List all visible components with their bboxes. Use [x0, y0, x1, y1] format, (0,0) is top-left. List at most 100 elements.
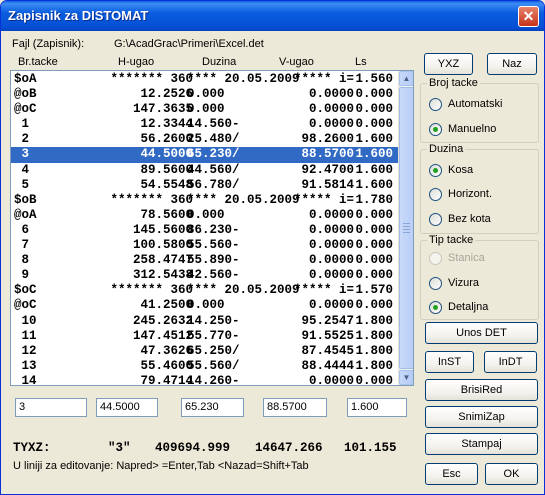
table-cell: 55.560/: [187, 358, 240, 373]
scroll-down-button[interactable]: ▼: [399, 370, 413, 385]
table-row[interactable]: 8 258.4747 55.890- 0.0000 0.000: [11, 253, 399, 268]
scroll-up-button[interactable]: ▲: [399, 71, 413, 86]
table-row[interactable]: $oB ******* 360 **** 20.05.2009 ***** i= 1.7…: [11, 193, 399, 208]
table-cell: 1.800: [355, 328, 393, 343]
group-broj-tacke-title: Broj tacke: [427, 77, 480, 90]
table-cell: 65.230/: [187, 147, 240, 162]
table-cell: 0.000: [355, 117, 393, 132]
table-row[interactable]: 12 47.3626 65.250/87.4545 1.800: [11, 344, 399, 359]
table-row[interactable]: $oA ******* 360 **** 20.05.2009 ***** i= 1.5…: [11, 72, 399, 87]
record-rows: $oA ******* 360 **** 20.05.2009 ***** i= 1.5…: [11, 72, 399, 386]
table-cell: 7: [14, 238, 30, 253]
scroll-thumb[interactable]: [399, 87, 413, 369]
indt-button[interactable]: InDT: [484, 351, 537, 373]
table-cell: 0.000: [187, 298, 225, 313]
table-row[interactable]: 5 54.5548 56.780/91.5814 1.600: [11, 178, 399, 193]
table-row[interactable]: $oC ******* 360 **** 20.05.2009 ***** i= 1.5…: [11, 283, 399, 298]
tyxz-z: 101.155: [344, 441, 397, 455]
table-cell: 12.2526: [140, 87, 193, 102]
table-cell: 11: [14, 328, 37, 343]
table-cell: 1.800: [355, 313, 393, 328]
table-cell: 14.560-: [187, 117, 240, 132]
table-row[interactable]: 11 147.4512 55.770- 91.5525 1.800: [11, 329, 399, 344]
table-row[interactable]: 7 100.5800 55.560- 0.0000 0.000: [11, 238, 399, 253]
table-cell: 1.600: [355, 147, 393, 162]
table-cell: 55.890-: [187, 253, 240, 268]
esc-label: Esc: [442, 468, 461, 480]
table-row[interactable]: 4 89.5600 44.560/92.4700 1.600: [11, 163, 399, 178]
ok-button[interactable]: OK: [485, 463, 538, 485]
table-cell: 10: [14, 313, 37, 328]
title-bar[interactable]: Zapisnik za DISTOMAT ✕: [1, 1, 544, 31]
table-row[interactable]: @oA 78.5600 0.000 0.0000 0.000: [11, 208, 399, 223]
table-row[interactable]: 13 55.4600 55.560/88.4444 1.800: [11, 359, 399, 374]
table-cell: **** 20.05.2009: [187, 192, 300, 207]
inst-button[interactable]: InST: [425, 351, 474, 373]
snimizap-button[interactable]: SnimiZap: [425, 406, 538, 428]
table-cell: 0.000: [187, 102, 225, 117]
group-tip-tacke: Tip tacke Stanica Vizura Detaljna: [420, 234, 539, 320]
table-row[interactable]: @oC 147.3635 0.000 0.0000 0.000: [11, 102, 399, 117]
table-row[interactable]: @oC 41.2500 0.000 0.0000 0.000: [11, 298, 399, 313]
record-list[interactable]: $oA ******* 360 **** 20.05.2009 ***** i= 1.5…: [10, 70, 414, 386]
table-cell: ***** i=: [293, 192, 354, 207]
table-cell: 100.5800: [132, 238, 193, 253]
table-cell: 92.4700: [301, 162, 354, 177]
table-row[interactable]: 9 312.5438 42.560- 0.0000 0.000: [11, 268, 399, 283]
esc-button[interactable]: Esc: [425, 463, 478, 485]
edit-field-point[interactable]: 3: [15, 398, 87, 417]
tyxz-point: "3": [108, 441, 131, 455]
naz-button[interactable]: Naz: [487, 53, 537, 75]
tyxz-label: TYXZ:: [13, 441, 51, 455]
table-cell: 1.570: [355, 283, 393, 298]
table-row[interactable]: 2 56.2600 25.480/98.2600 1.600: [11, 132, 399, 147]
inst-label: InST: [437, 356, 462, 368]
table-row[interactable]: 1 12.3344 14.560- 0.0000 0.000: [11, 117, 399, 132]
table-row[interactable]: @oB 12.2526 0.000 0.0000 0.000: [11, 87, 399, 102]
table-cell: ***** i=: [293, 283, 354, 298]
radio-selected-dot: [433, 305, 438, 310]
edit-field-ls[interactable]: 1.600: [347, 398, 407, 417]
table-cell: 1.800: [355, 358, 393, 373]
table-cell: 89.5600: [140, 162, 193, 177]
table-cell: 44.5000: [140, 147, 193, 162]
close-button[interactable]: ✕: [518, 6, 539, 27]
brisired-button[interactable]: BrisiRed: [425, 379, 538, 401]
edit-field-h-angle[interactable]: 44.5000: [96, 398, 158, 417]
table-cell: 44.560/: [187, 162, 240, 177]
snimizap-label: SnimiZap: [458, 411, 505, 423]
table-row[interactable]: 10 245.2632 14.250- 95.2547 1.800: [11, 314, 399, 329]
column-header-h-angle: H-ugao: [118, 56, 155, 68]
table-cell: 0.0000: [308, 222, 354, 237]
edit-field-v-angle[interactable]: 88.5700: [263, 398, 327, 417]
radio-bez-kota-label: Bez kota: [448, 213, 491, 225]
column-header-point: Br.tacke: [18, 56, 58, 68]
table-row[interactable]: 3 44.5000 65.230/88.5700 1.600: [11, 147, 399, 163]
column-header-distance: Duzina: [202, 56, 237, 68]
table-cell: 56.780/: [187, 177, 240, 192]
stampaj-button[interactable]: Stampaj: [425, 433, 538, 455]
table-cell: 4: [14, 162, 30, 177]
unos-det-button[interactable]: Unos DET: [425, 322, 538, 344]
table-cell: 1.560: [355, 72, 393, 86]
table-cell: 0.0000: [308, 207, 354, 222]
table-cell: @oC: [14, 298, 37, 313]
group-duzina: Duzina Kosa Horizont. Bez kota: [420, 143, 539, 234]
table-row[interactable]: 6 145.5600 86.230- 0.0000 0.000: [11, 223, 399, 238]
table-cell: 258.4747: [132, 253, 193, 268]
edit-field-distance[interactable]: 65.230: [181, 398, 244, 417]
table-cell: 3: [14, 147, 30, 162]
table-cell: $oA: [14, 72, 37, 86]
table-cell: 1: [14, 117, 30, 132]
tyxz-y: 409694.999: [155, 441, 231, 455]
yxz-button[interactable]: YXZ: [424, 53, 473, 75]
table-cell: 14: [14, 373, 37, 386]
radio-detaljna-label: Detaljna: [448, 301, 489, 313]
table-cell: 25.480/: [187, 132, 240, 147]
table-row[interactable]: 14 79.4714 14.260- 0.0000 0.000: [11, 373, 399, 386]
table-cell: 78.5600: [140, 207, 193, 222]
radio-circle: [429, 277, 442, 290]
vertical-scrollbar[interactable]: ▲ ▼: [398, 71, 413, 385]
table-cell: 147.3635: [132, 102, 193, 117]
naz-label: Naz: [502, 58, 522, 70]
